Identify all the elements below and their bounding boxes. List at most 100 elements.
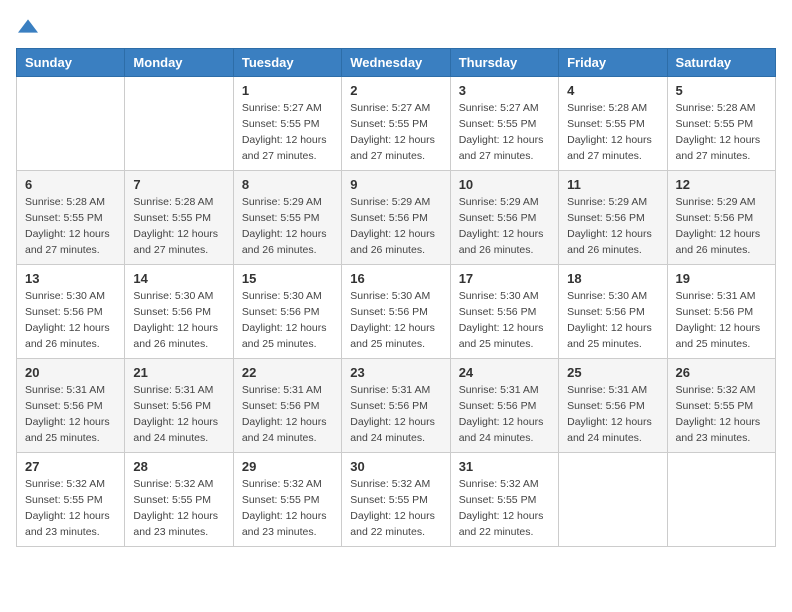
- day-number: 13: [25, 271, 116, 286]
- day-number: 2: [350, 83, 441, 98]
- day-number: 19: [676, 271, 767, 286]
- day-info: Sunrise: 5:28 AMSunset: 5:55 PMDaylight:…: [676, 101, 767, 164]
- calendar-cell: 16 Sunrise: 5:30 AMSunset: 5:56 PMDayligh…: [342, 265, 450, 359]
- day-info: Sunrise: 5:29 AMSunset: 5:56 PMDaylight:…: [567, 195, 658, 258]
- day-number: 5: [676, 83, 767, 98]
- calendar-cell: 3 Sunrise: 5:27 AMSunset: 5:55 PMDaylight…: [450, 77, 558, 171]
- day-number: 28: [133, 459, 224, 474]
- calendar-cell: 11 Sunrise: 5:29 AMSunset: 5:56 PMDayligh…: [559, 171, 667, 265]
- day-number: 23: [350, 365, 441, 380]
- calendar-week-row: 13 Sunrise: 5:30 AMSunset: 5:56 PMDayligh…: [17, 265, 776, 359]
- calendar-body: 1 Sunrise: 5:27 AMSunset: 5:55 PMDaylight…: [17, 77, 776, 547]
- day-info: Sunrise: 5:28 AMSunset: 5:55 PMDaylight:…: [25, 195, 116, 258]
- calendar-cell: 7 Sunrise: 5:28 AMSunset: 5:55 PMDaylight…: [125, 171, 233, 265]
- day-number: 20: [25, 365, 116, 380]
- calendar-cell: 23 Sunrise: 5:31 AMSunset: 5:56 PMDayligh…: [342, 359, 450, 453]
- calendar-cell: 20 Sunrise: 5:31 AMSunset: 5:56 PMDayligh…: [17, 359, 125, 453]
- day-info: Sunrise: 5:31 AMSunset: 5:56 PMDaylight:…: [133, 383, 224, 446]
- day-number: 26: [676, 365, 767, 380]
- calendar-cell: 15 Sunrise: 5:30 AMSunset: 5:56 PMDayligh…: [233, 265, 341, 359]
- day-info: Sunrise: 5:32 AMSunset: 5:55 PMDaylight:…: [676, 383, 767, 446]
- day-number: 16: [350, 271, 441, 286]
- day-number: 12: [676, 177, 767, 192]
- calendar-table: SundayMondayTuesdayWednesdayThursdayFrid…: [16, 48, 776, 547]
- calendar-cell: 26 Sunrise: 5:32 AMSunset: 5:55 PMDayligh…: [667, 359, 775, 453]
- day-info: Sunrise: 5:28 AMSunset: 5:55 PMDaylight:…: [133, 195, 224, 258]
- day-info: Sunrise: 5:27 AMSunset: 5:55 PMDaylight:…: [459, 101, 550, 164]
- weekday-header: Monday: [125, 49, 233, 77]
- calendar-header-row: SundayMondayTuesdayWednesdayThursdayFrid…: [17, 49, 776, 77]
- day-number: 31: [459, 459, 550, 474]
- day-info: Sunrise: 5:31 AMSunset: 5:56 PMDaylight:…: [567, 383, 658, 446]
- calendar-cell: 6Sunrise: 5:28 AMSunset: 5:55 PMDaylight…: [17, 171, 125, 265]
- day-number: 25: [567, 365, 658, 380]
- day-info: Sunrise: 5:30 AMSunset: 5:56 PMDaylight:…: [242, 289, 333, 352]
- calendar-cell: 19Sunrise: 5:31 AMSunset: 5:56 PMDayligh…: [667, 265, 775, 359]
- day-info: Sunrise: 5:32 AMSunset: 5:55 PMDaylight:…: [350, 477, 441, 540]
- day-number: 30: [350, 459, 441, 474]
- day-info: Sunrise: 5:31 AMSunset: 5:56 PMDaylight:…: [25, 383, 116, 446]
- day-number: 17: [459, 271, 550, 286]
- day-info: Sunrise: 5:29 AMSunset: 5:56 PMDaylight:…: [459, 195, 550, 258]
- logo-text: [16, 16, 38, 36]
- day-info: Sunrise: 5:29 AMSunset: 5:56 PMDaylight:…: [350, 195, 441, 258]
- day-info: Sunrise: 5:32 AMSunset: 5:55 PMDaylight:…: [242, 477, 333, 540]
- day-info: Sunrise: 5:32 AMSunset: 5:55 PMDaylight:…: [25, 477, 116, 540]
- day-number: 7: [133, 177, 224, 192]
- day-info: Sunrise: 5:31 AMSunset: 5:56 PMDaylight:…: [459, 383, 550, 446]
- day-info: Sunrise: 5:32 AMSunset: 5:55 PMDaylight:…: [459, 477, 550, 540]
- calendar-cell: 9 Sunrise: 5:29 AMSunset: 5:56 PMDaylight…: [342, 171, 450, 265]
- day-info: Sunrise: 5:27 AMSunset: 5:55 PMDaylight:…: [350, 101, 441, 164]
- calendar-cell: 17Sunrise: 5:30 AMSunset: 5:56 PMDayligh…: [450, 265, 558, 359]
- day-number: 21: [133, 365, 224, 380]
- weekday-header: Friday: [559, 49, 667, 77]
- day-number: 3: [459, 83, 550, 98]
- day-info: Sunrise: 5:30 AMSunset: 5:56 PMDaylight:…: [350, 289, 441, 352]
- logo-icon: [18, 16, 38, 36]
- day-info: Sunrise: 5:29 AMSunset: 5:55 PMDaylight:…: [242, 195, 333, 258]
- calendar-week-row: 1 Sunrise: 5:27 AMSunset: 5:55 PMDaylight…: [17, 77, 776, 171]
- calendar-week-row: 27 Sunrise: 5:32 AMSunset: 5:55 PMDayligh…: [17, 453, 776, 547]
- day-number: 11: [567, 177, 658, 192]
- calendar-cell: 4Sunrise: 5:28 AMSunset: 5:55 PMDaylight…: [559, 77, 667, 171]
- calendar-cell: [125, 77, 233, 171]
- calendar-cell: 29Sunrise: 5:32 AMSunset: 5:55 PMDayligh…: [233, 453, 341, 547]
- day-number: 27: [25, 459, 116, 474]
- calendar-header: SundayMondayTuesdayWednesdayThursdayFrid…: [17, 49, 776, 77]
- day-number: 14: [133, 271, 224, 286]
- calendar-cell: [17, 77, 125, 171]
- day-number: 18: [567, 271, 658, 286]
- day-number: 10: [459, 177, 550, 192]
- day-number: 1: [242, 83, 333, 98]
- calendar-cell: 10 Sunrise: 5:29 AMSunset: 5:56 PMDayligh…: [450, 171, 558, 265]
- calendar-cell: 13 Sunrise: 5:30 AMSunset: 5:56 PMDayligh…: [17, 265, 125, 359]
- weekday-header: Sunday: [17, 49, 125, 77]
- calendar-cell: [667, 453, 775, 547]
- calendar-cell: 24Sunrise: 5:31 AMSunset: 5:56 PMDayligh…: [450, 359, 558, 453]
- calendar-cell: 1 Sunrise: 5:27 AMSunset: 5:55 PMDaylight…: [233, 77, 341, 171]
- day-number: 9: [350, 177, 441, 192]
- day-number: 22: [242, 365, 333, 380]
- day-info: Sunrise: 5:30 AMSunset: 5:56 PMDaylight:…: [25, 289, 116, 352]
- calendar-cell: 21 Sunrise: 5:31 AMSunset: 5:56 PMDayligh…: [125, 359, 233, 453]
- day-info: Sunrise: 5:31 AMSunset: 5:56 PMDaylight:…: [242, 383, 333, 446]
- calendar-cell: 14 Sunrise: 5:30 AMSunset: 5:56 PMDayligh…: [125, 265, 233, 359]
- day-info: Sunrise: 5:29 AMSunset: 5:56 PMDaylight:…: [676, 195, 767, 258]
- calendar-cell: 27 Sunrise: 5:32 AMSunset: 5:55 PMDayligh…: [17, 453, 125, 547]
- calendar-cell: 30 Sunrise: 5:32 AMSunset: 5:55 PMDayligh…: [342, 453, 450, 547]
- day-info: Sunrise: 5:27 AMSunset: 5:55 PMDaylight:…: [242, 101, 333, 164]
- calendar-cell: 18Sunrise: 5:30 AMSunset: 5:56 PMDayligh…: [559, 265, 667, 359]
- day-info: Sunrise: 5:31 AMSunset: 5:56 PMDaylight:…: [350, 383, 441, 446]
- weekday-header: Thursday: [450, 49, 558, 77]
- day-number: 15: [242, 271, 333, 286]
- calendar-cell: 8 Sunrise: 5:29 AMSunset: 5:55 PMDaylight…: [233, 171, 341, 265]
- day-number: 8: [242, 177, 333, 192]
- calendar-cell: 22 Sunrise: 5:31 AMSunset: 5:56 PMDayligh…: [233, 359, 341, 453]
- weekday-header: Saturday: [667, 49, 775, 77]
- page-header: [16, 16, 776, 36]
- day-info: Sunrise: 5:30 AMSunset: 5:56 PMDaylight:…: [133, 289, 224, 352]
- calendar-cell: 2 Sunrise: 5:27 AMSunset: 5:55 PMDaylight…: [342, 77, 450, 171]
- calendar-cell: 25 Sunrise: 5:31 AMSunset: 5:56 PMDayligh…: [559, 359, 667, 453]
- logo: [16, 16, 38, 36]
- calendar-cell: 31 Sunrise: 5:32 AMSunset: 5:55 PMDayligh…: [450, 453, 558, 547]
